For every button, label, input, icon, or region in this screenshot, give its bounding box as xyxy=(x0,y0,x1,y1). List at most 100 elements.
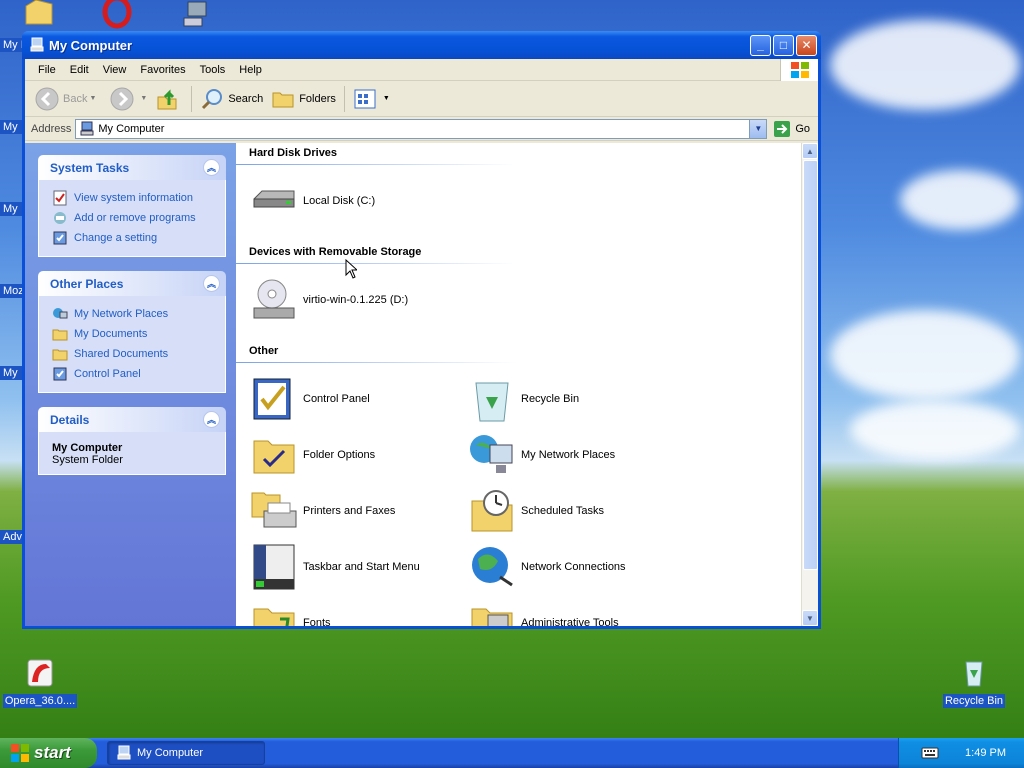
taskbar-item-my-computer[interactable]: My Computer xyxy=(107,741,265,765)
system-tasks-header[interactable]: System Tasks ︽ xyxy=(38,155,226,180)
minimize-icon: _ xyxy=(757,38,764,52)
item-label: Folder Options xyxy=(303,449,376,461)
item-label: Fonts xyxy=(303,617,331,626)
desktop-icon-recycle-bin[interactable]: Recycle Bin xyxy=(934,656,1014,711)
go-button[interactable]: Go xyxy=(767,120,818,138)
other-places-header[interactable]: Other Places ︽ xyxy=(38,271,226,296)
menu-favorites[interactable]: Favorites xyxy=(133,64,192,76)
administrative-tools-icon xyxy=(471,608,513,626)
panel-title: Other Places xyxy=(50,276,124,291)
scroll-down-button[interactable]: ▼ xyxy=(802,610,818,626)
chevron-down-icon[interactable]: ▼ xyxy=(140,95,147,102)
window-client: File Edit View Favorites Tools Help Back… xyxy=(25,59,818,626)
task-label: Change a setting xyxy=(74,232,158,244)
item-taskbar-start-menu[interactable]: Taskbar and Start Menu xyxy=(250,543,420,591)
minimize-button[interactable]: _ xyxy=(750,34,771,56)
collapse-icon[interactable]: ︽ xyxy=(203,411,220,428)
task-pane: System Tasks ︽ View system information A… xyxy=(25,143,236,626)
address-bar: Address My Computer ▼ Go xyxy=(25,117,818,141)
item-control-panel[interactable]: Control Panel xyxy=(250,375,370,423)
desktop-icon-label[interactable]: My I xyxy=(0,38,24,52)
scroll-up-button[interactable]: ▲ xyxy=(802,143,818,159)
views-button[interactable]: ▼ xyxy=(349,84,394,114)
place-my-network-places[interactable]: My Network Places xyxy=(52,304,219,324)
back-button[interactable]: Back ▼ xyxy=(31,84,100,114)
group-title: Hard Disk Drives xyxy=(249,147,338,159)
desktop-icon-opera[interactable]: Opera_36.0.... xyxy=(0,656,80,711)
toolbar-separator xyxy=(191,85,193,112)
chevron-down-icon[interactable]: ▼ xyxy=(383,95,390,102)
place-label: My Network Places xyxy=(74,308,169,320)
item-label: Taskbar and Start Menu xyxy=(303,561,420,573)
up-folder-button[interactable] xyxy=(151,84,187,114)
start-button[interactable]: start xyxy=(0,738,97,768)
desktop-icon-label: Recycle Bin xyxy=(942,694,1006,708)
item-recycle-bin[interactable]: Recycle Bin xyxy=(468,375,579,423)
task-add-remove-programs[interactable]: Add or remove programs xyxy=(52,208,219,228)
item-label: Administrative Tools xyxy=(521,617,619,626)
task-change-setting[interactable]: Change a setting xyxy=(52,228,219,248)
network-connections-icon xyxy=(472,547,513,587)
search-button[interactable]: Search xyxy=(196,84,267,114)
desktop-icon-label[interactable]: My xyxy=(0,202,24,216)
item-printers-and-faxes[interactable]: Printers and Faxes xyxy=(250,487,395,535)
windows-logo-icon xyxy=(780,59,818,81)
menu-view[interactable]: View xyxy=(96,64,134,76)
menu-edit[interactable]: Edit xyxy=(63,64,96,76)
my-computer-icon xyxy=(30,37,44,52)
chevron-down-icon[interactable]: ▼ xyxy=(749,119,767,138)
control-panel-icon xyxy=(53,367,67,381)
folder-icon[interactable] xyxy=(24,0,54,26)
desktop-cloud xyxy=(900,170,1020,230)
collapse-icon[interactable]: ︽ xyxy=(203,275,220,292)
mouse-cursor-icon xyxy=(345,259,357,279)
chevron-down-icon[interactable]: ▼ xyxy=(89,95,96,102)
desktop-icon-label[interactable]: My xyxy=(0,366,24,380)
item-network-connections[interactable]: Network Connections xyxy=(468,543,626,591)
keyboard-icon[interactable] xyxy=(921,746,939,760)
taskbar-item-label: My Computer xyxy=(137,747,204,759)
menu-tools[interactable]: Tools xyxy=(193,64,233,76)
desktop-icon-label[interactable]: My xyxy=(0,120,24,134)
desktop-icon-label[interactable]: Adv xyxy=(0,530,24,544)
close-button[interactable]: ✕ xyxy=(796,34,817,56)
menu-file[interactable]: File xyxy=(31,64,63,76)
my-computer-icon xyxy=(117,745,131,760)
menu-help[interactable]: Help xyxy=(232,64,269,76)
network-places-icon xyxy=(470,435,513,473)
item-scheduled-tasks[interactable]: Scheduled Tasks xyxy=(468,487,604,535)
recycle-bin-icon xyxy=(965,661,983,687)
item-my-network-places[interactable]: My Network Places xyxy=(468,431,615,479)
forward-button[interactable]: ▼ xyxy=(106,84,151,114)
computer-icon[interactable] xyxy=(180,0,210,30)
title-bar[interactable]: My Computer _ □ ✕ xyxy=(22,31,821,59)
item-label: Control Panel xyxy=(303,393,370,405)
item-folder-options[interactable]: Folder Options xyxy=(250,431,375,479)
place-my-documents[interactable]: My Documents xyxy=(52,324,219,344)
hard-disk-icon xyxy=(253,190,295,208)
folders-button[interactable]: Folders xyxy=(267,84,340,114)
place-control-panel[interactable]: Control Panel xyxy=(52,364,219,384)
item-fonts[interactable]: Fonts xyxy=(250,599,331,626)
drive-virtio-win-d[interactable]: virtio-win-0.1.225 (D:) xyxy=(250,276,408,324)
place-label: My Documents xyxy=(74,328,148,340)
drive-local-disk-c[interactable]: Local Disk (C:) xyxy=(250,177,375,225)
details-header[interactable]: Details ︽ xyxy=(38,407,226,432)
collapse-icon[interactable]: ︽ xyxy=(203,159,220,176)
item-label: Printers and Faxes xyxy=(303,505,396,517)
maximize-button[interactable]: □ xyxy=(773,34,794,56)
clock[interactable]: 1:49 PM xyxy=(965,747,1006,759)
item-administrative-tools[interactable]: Administrative Tools xyxy=(468,599,619,626)
item-label: Recycle Bin xyxy=(521,393,580,405)
vertical-scrollbar[interactable]: ▲ ▼ xyxy=(801,143,818,626)
address-input[interactable]: My Computer ▼ xyxy=(75,118,768,139)
system-info-icon xyxy=(53,190,67,206)
maximize-icon: □ xyxy=(779,38,788,52)
opera-icon[interactable] xyxy=(102,0,132,30)
place-shared-documents[interactable]: Shared Documents xyxy=(52,344,219,364)
scroll-thumb[interactable] xyxy=(803,160,818,570)
details-name: My Computer xyxy=(52,442,123,454)
desktop-icon-label[interactable]: Moz xyxy=(0,284,24,298)
task-view-system-info[interactable]: View system information xyxy=(52,188,219,208)
network-places-icon xyxy=(53,308,68,319)
